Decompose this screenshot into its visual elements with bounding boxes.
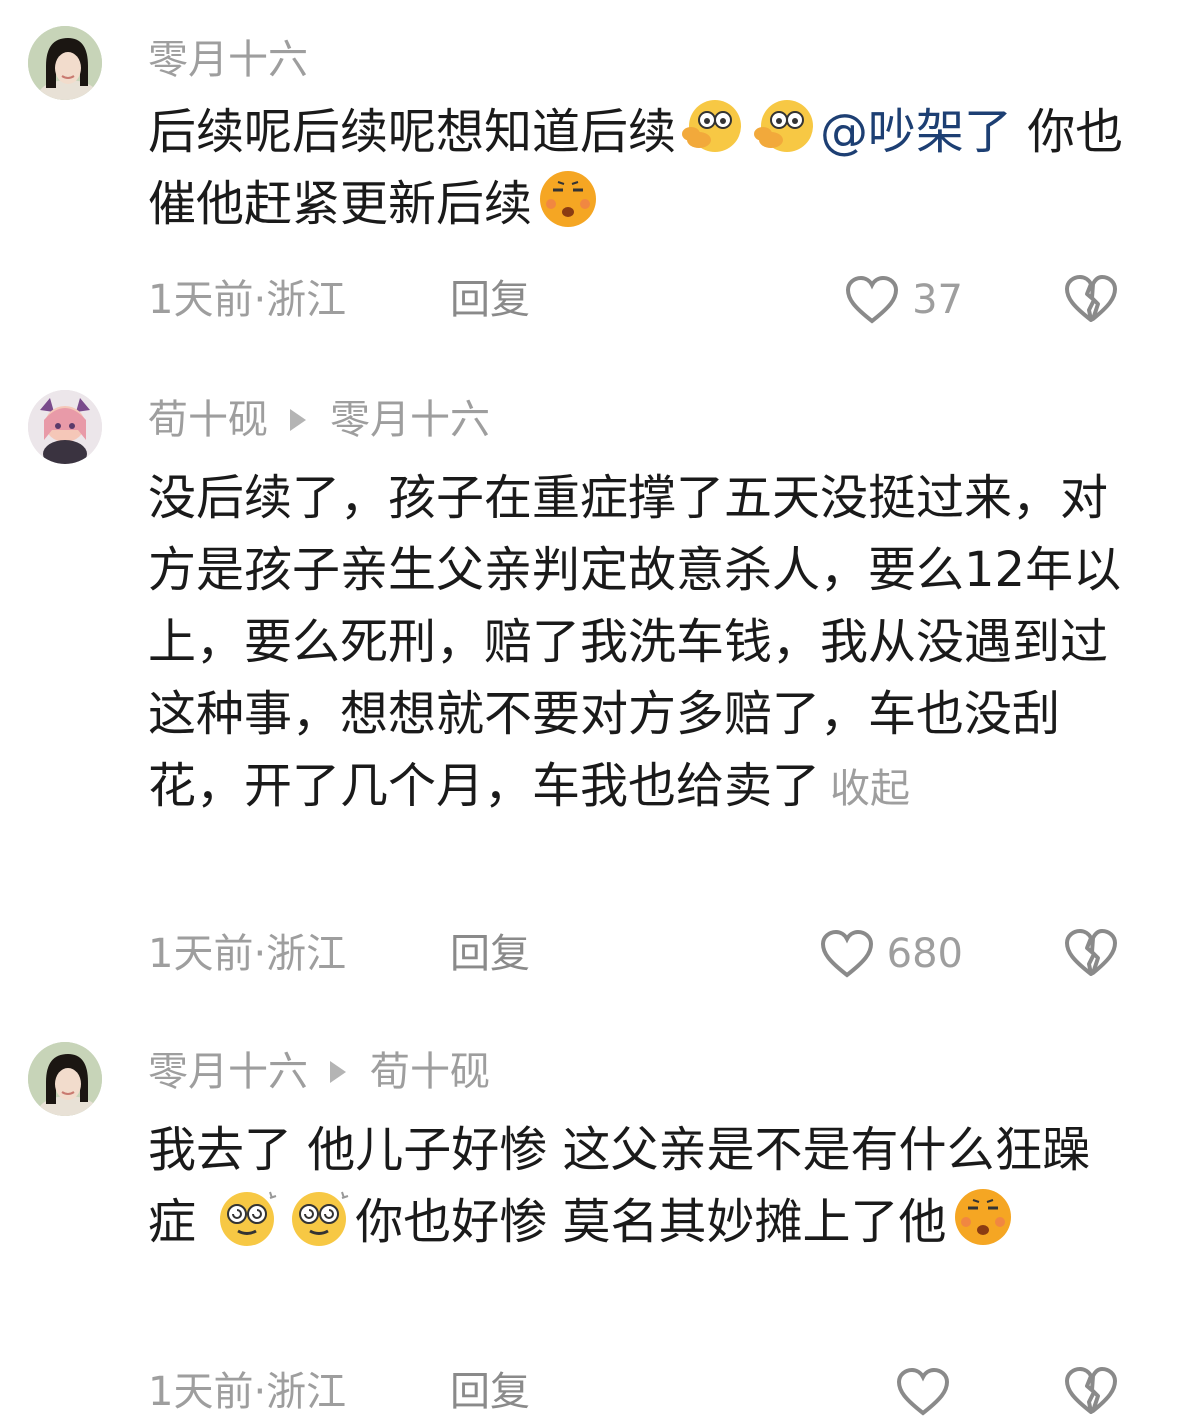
broken-heart-icon	[1065, 1367, 1117, 1414]
like-button[interactable]: 37	[844, 272, 963, 328]
dizzy-emoji-icon	[292, 1191, 349, 1246]
comment-header: 零月十六	[148, 36, 308, 84]
time-location: 1天前·浙江	[148, 1369, 347, 1415]
broken-heart-icon	[1065, 275, 1117, 322]
author-name[interactable]: 零月十六	[148, 36, 308, 84]
dislike-button[interactable]	[1063, 928, 1119, 988]
comment-footer: 1天前·浙江 回复 680	[148, 926, 1128, 982]
avatar[interactable]	[28, 390, 102, 464]
like-button[interactable]	[895, 1364, 963, 1420]
shy-emoji-icon	[754, 100, 814, 152]
author-name[interactable]: 零月十六	[148, 1048, 308, 1096]
author-name[interactable]: 荀十砚	[148, 396, 268, 444]
comment-footer: 1天前·浙江 回复 37	[148, 272, 1128, 328]
collapse-button[interactable]: 收起	[830, 766, 910, 812]
time-location: 1天前·浙江	[148, 277, 347, 323]
reply-arrow-icon	[330, 1061, 346, 1083]
broken-heart-icon	[1065, 929, 1117, 976]
comment-header: 零月十六 荀十砚	[148, 1048, 490, 1096]
like-count: 680	[886, 931, 963, 977]
mention-link[interactable]: @吵架了	[820, 104, 1012, 160]
dislike-button[interactable]	[1063, 274, 1119, 334]
heart-icon	[820, 929, 873, 978]
reply-arrow-icon	[290, 409, 306, 431]
dislike-button[interactable]	[1063, 1366, 1119, 1426]
dizzy-emoji-icon	[220, 1191, 277, 1246]
smirk-emoji-icon	[540, 171, 597, 227]
shy-emoji-icon	[682, 100, 742, 152]
heart-icon	[896, 1367, 950, 1416]
avatar[interactable]	[28, 1042, 102, 1116]
smirk-emoji-icon	[954, 1189, 1011, 1245]
like-button[interactable]: 680	[819, 926, 963, 982]
comment-text: 后续呢后续呢想知道后续 @吵架了 你也催他赶紧更新后续	[148, 96, 1128, 240]
reply-to-name[interactable]: 零月十六	[330, 396, 490, 444]
comment-text: 没后续了，孩子在重症撑了五天没挺过来，对方是孩子亲生父亲判定故意杀人，要么12年…	[148, 470, 1122, 814]
time-location: 1天前·浙江	[148, 931, 347, 977]
reply-button[interactable]: 回复	[450, 926, 530, 982]
comment-footer: 1天前·浙江 回复	[148, 1364, 1128, 1420]
avatar[interactable]	[28, 26, 102, 100]
reply-button[interactable]: 回复	[450, 272, 530, 328]
reply-button[interactable]: 回复	[450, 1364, 530, 1420]
heart-icon	[846, 275, 899, 324]
reply-to-name[interactable]: 荀十砚	[370, 1048, 490, 1096]
comment-header: 荀十砚 零月十六	[148, 396, 490, 444]
comment-text: 我去了 他儿子好惨 这父亲是不是有什么狂躁症 你也好惨 莫名其妙摊上了他	[148, 1122, 1091, 1250]
like-count: 37	[912, 277, 963, 323]
